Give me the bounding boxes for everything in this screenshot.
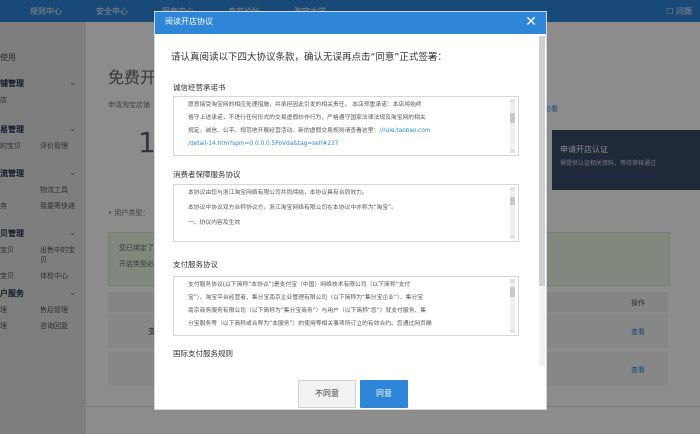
dialog-scrollbar[interactable] (539, 36, 545, 366)
agreement-text-line: 愿意接受淘宝网的相应处理措施，并承担因此引发的相关责任。 本店郑重承诺：本店将始… (188, 102, 422, 108)
dialog-header: 阅读开店协议 ✕ (155, 12, 546, 34)
agreement-text-line: /detail-14.htm?spm=0.0.0.0.5PoVda&tag=se… (174, 136, 518, 149)
agreement-text-line: 分宝服务等（以下简称或合称为“本服务”）的使用等相关事项所订立的有效合约。您通过… (188, 321, 432, 327)
scroll-down-arrow[interactable] (510, 329, 515, 333)
section-title-payment: 支付服务协议 (173, 260, 218, 269)
scroll-up-arrow[interactable] (510, 279, 515, 283)
agreement-text-line: 本协议由您与浙江淘宝网络有限公司共同缔结，本协议具有合同效力。 (188, 190, 368, 196)
box-scrollbar[interactable] (510, 99, 515, 153)
scroll-up-arrow[interactable] (510, 187, 515, 191)
agreement-box-integrity[interactable]: 愿意接受淘宝网的相应处理措施，并承担因此引发的相关责任。 本店郑重承诺：本店将始… (173, 96, 519, 156)
agreement-text-line: 本协议中协议双方合称协议方，浙江淘宝网络有限公司在本协议中亦称为“淘宝”。 (188, 205, 397, 211)
box-scrollbar[interactable] (510, 187, 515, 239)
dialog-instruction: 请认真阅读以下四大协议条款，确认无误再点击“同意”正式签署： (171, 52, 447, 63)
dialog-title: 阅读开店协议 (165, 17, 213, 26)
scroll-thumb[interactable] (510, 287, 515, 297)
close-icon[interactable]: ✕ (522, 13, 540, 31)
rule-link[interactable]: //rule.taobao.com (379, 128, 430, 134)
section-title-integrity: 诚信经营承诺书 (173, 83, 226, 92)
dialog-scroll-thumb[interactable] (539, 36, 545, 286)
scroll-down-arrow[interactable] (510, 235, 515, 239)
agreement-box-consumer-protection[interactable]: 本协议由您与浙江淘宝网络有限公司共同缔结，本协议具有合同效力。 本协议中协议双方… (173, 184, 519, 242)
agree-button[interactable]: 同意 (360, 380, 408, 408)
agreement-text-line: 一、协议内容及生效 (188, 220, 241, 226)
section-title-international-payment: 国际支付服务规则 (173, 349, 233, 358)
scroll-up-arrow[interactable] (510, 99, 515, 103)
disagree-button[interactable]: 不同意 (298, 380, 356, 408)
agreement-text-line: 支付服务协议(以下简称“本协议”)是支付宝（中国）网络技术有限公司（以下简称“支… (188, 282, 411, 288)
agreement-text-line: 宝”）、淘宝平台经营者、集分宝南京企业管理有限公司（以下简称为“集分宝企业”）、… (188, 295, 424, 301)
section-title-consumer-protection: 消费者保障服务协议 (173, 170, 241, 179)
dialog-button-bar: 不同意 同意 (155, 378, 546, 409)
scroll-thumb[interactable] (510, 113, 515, 123)
agreement-text-line: 规定，诚信、公平、规范地开展经营活动。新的虚假交易规则请查看这里：//rule.… (174, 123, 518, 136)
agreement-text-line: 南京商务服务有限公司（以下简称为“集分宝商务”）与用户（以下简称“您”）就支付服… (188, 308, 427, 314)
box-scrollbar[interactable] (510, 279, 515, 333)
rule-link-path[interactable]: /detail-14.htm?spm=0.0.0.0.5PoVda&tag=se… (188, 141, 338, 147)
agreement-text-line: 恪守上述承诺，不进行任何形式的交易虚假炒作行为，严格遵守国家法律法规及淘宝网的相… (188, 115, 426, 121)
agreement-box-payment[interactable]: 支付服务协议(以下简称“本协议”)是支付宝（中国）网络技术有限公司（以下简称“支… (173, 276, 519, 336)
agreement-text: 规定，诚信、公平、规范地开展经营活动。新的虚假交易规则请查看这里： (188, 128, 380, 134)
scroll-thumb[interactable] (510, 197, 515, 205)
scroll-down-arrow[interactable] (510, 149, 515, 153)
agreement-dialog: 阅读开店协议 ✕ 请认真阅读以下四大协议条款，确认无误再点击“同意”正式签署： … (155, 12, 546, 409)
